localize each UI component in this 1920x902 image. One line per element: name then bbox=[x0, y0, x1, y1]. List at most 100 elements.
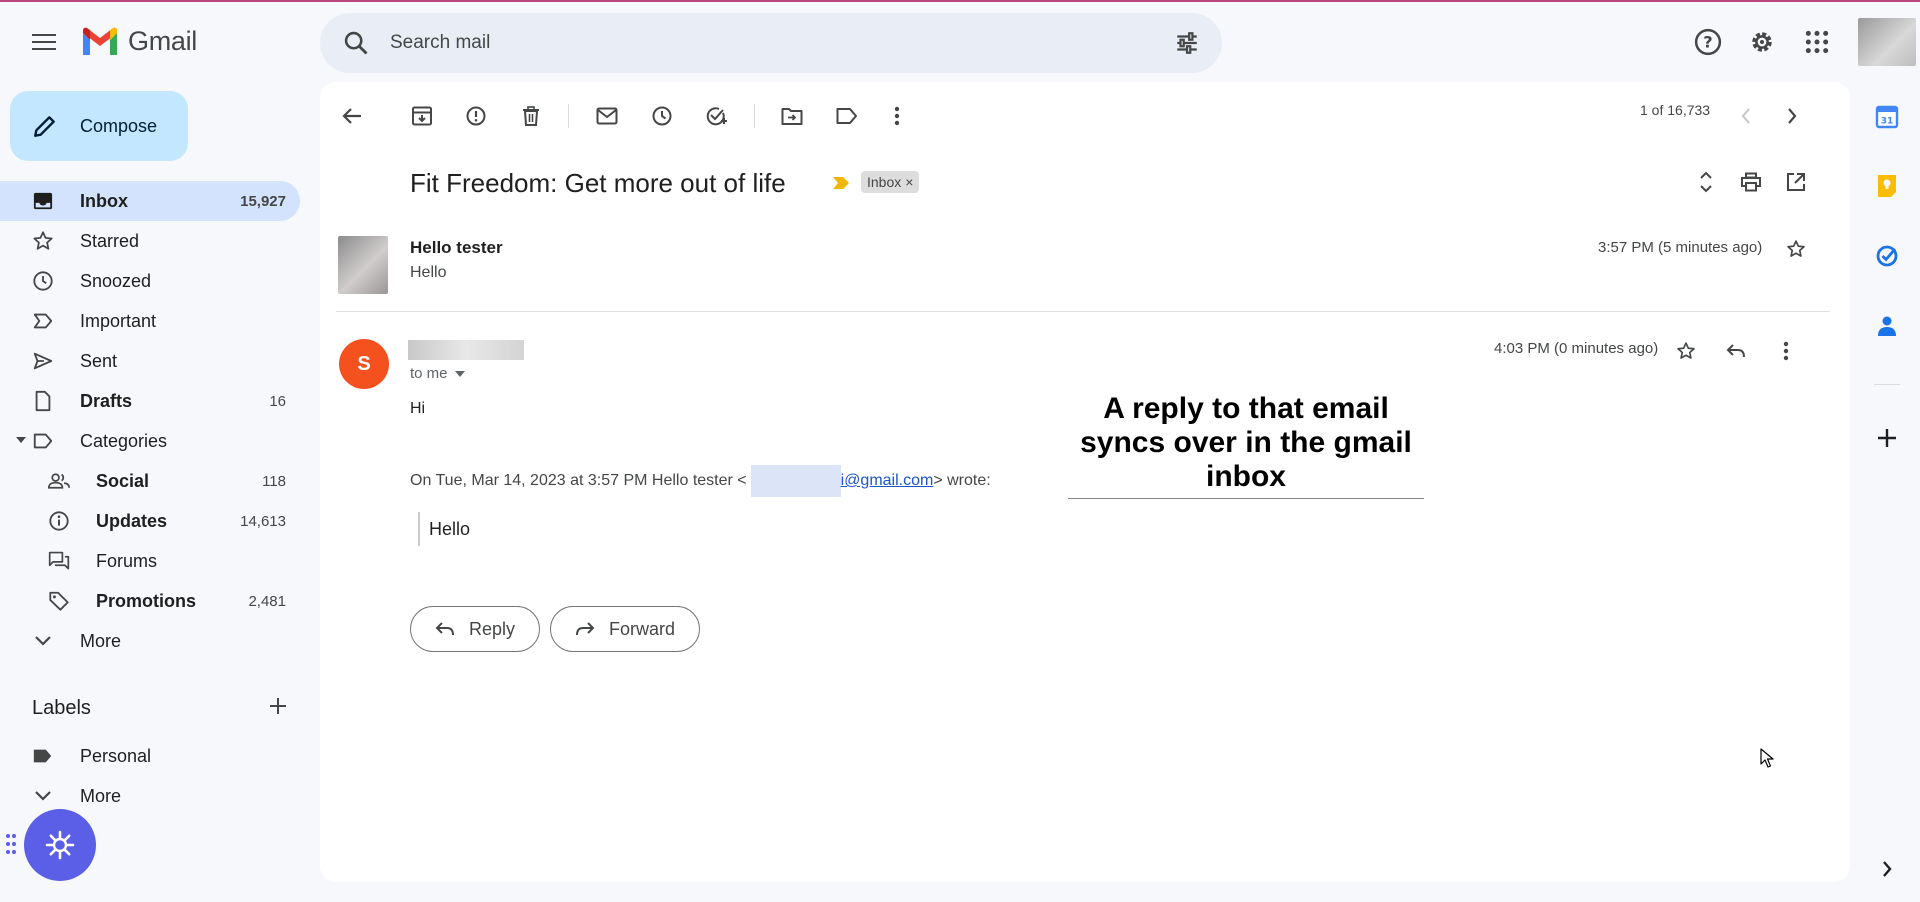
trash-icon bbox=[523, 106, 539, 126]
reply-button[interactable] bbox=[1716, 331, 1756, 371]
message-snippet[interactable]: Hello bbox=[410, 264, 446, 282]
sidebar-item-starred[interactable]: Starred bbox=[0, 221, 300, 261]
more-actions-button[interactable] bbox=[877, 96, 917, 136]
remove-label-icon[interactable]: × bbox=[905, 174, 913, 190]
open-new-window-button[interactable] bbox=[1776, 162, 1816, 202]
sidebar-item-snoozed[interactable]: Snoozed bbox=[0, 261, 300, 301]
caret-down-icon bbox=[454, 370, 465, 377]
sender-avatar[interactable]: S bbox=[339, 339, 389, 389]
message-more-button[interactable] bbox=[1766, 331, 1806, 371]
get-addons-button[interactable] bbox=[1872, 423, 1902, 453]
chevron-down-icon bbox=[32, 785, 54, 807]
message-timestamp: 3:57 PM (5 minutes ago) bbox=[1598, 239, 1763, 256]
tasks-app-button[interactable] bbox=[1872, 241, 1902, 271]
sidebar-item-more[interactable]: More bbox=[0, 621, 300, 661]
mouse-pointer-icon bbox=[1760, 748, 1774, 768]
sidebar-item-social[interactable]: Social 118 bbox=[0, 461, 300, 501]
sidebar-item-updates[interactable]: Updates 14,613 bbox=[0, 501, 300, 541]
sidebar-item-inbox[interactable]: Inbox 15,927 bbox=[0, 181, 300, 221]
drag-handle-icon[interactable] bbox=[6, 834, 16, 856]
search-bar[interactable] bbox=[320, 13, 1222, 73]
star-message-button[interactable] bbox=[1776, 229, 1816, 269]
sidebar-item-label: Promotions bbox=[96, 590, 197, 611]
support-button[interactable]: ? bbox=[1690, 24, 1726, 60]
snooze-button[interactable] bbox=[642, 96, 682, 136]
calendar-app-button[interactable]: 31 bbox=[1872, 102, 1902, 132]
search-icon[interactable] bbox=[342, 29, 370, 57]
quoted-sender-email-link[interactable]: i@gmail.com bbox=[841, 472, 934, 489]
contacts-icon bbox=[1878, 316, 1896, 336]
report-spam-button[interactable] bbox=[456, 96, 496, 136]
header: Gmail ? bbox=[0, 2, 1920, 82]
plus-icon bbox=[1878, 429, 1896, 447]
forward-button[interactable]: Forward bbox=[550, 606, 701, 652]
chevron-right-icon bbox=[1883, 861, 1892, 877]
older-button[interactable] bbox=[1772, 96, 1812, 136]
forum-icon bbox=[48, 550, 70, 572]
back-button[interactable] bbox=[332, 96, 372, 136]
star-message-button[interactable] bbox=[1666, 331, 1706, 371]
reply-label: Reply bbox=[469, 618, 516, 639]
extension-launcher-button[interactable] bbox=[24, 809, 96, 881]
move-to-button[interactable] bbox=[772, 96, 812, 136]
message-body: Hi bbox=[410, 400, 426, 417]
quote-prefix: On Tue, Mar 14, 2023 at 3:57 PM Hello te… bbox=[410, 472, 747, 489]
tasks-icon bbox=[1876, 245, 1898, 267]
label-chip-inbox[interactable]: Inbox × bbox=[861, 171, 920, 193]
print-button[interactable] bbox=[1731, 162, 1771, 202]
gmail-logo[interactable]: Gmail bbox=[80, 26, 197, 57]
sidebar-item-drafts[interactable]: Drafts 16 bbox=[0, 381, 300, 421]
account-avatar[interactable] bbox=[1858, 18, 1916, 66]
compose-button[interactable]: Compose bbox=[10, 91, 188, 161]
reply-icon bbox=[435, 622, 454, 636]
message-view: 1 of 16,733 Fit Freedom: Get more out of… bbox=[320, 82, 1850, 882]
sidebar-item-promotions[interactable]: Promotions 2,481 bbox=[0, 581, 300, 621]
sender-avatar[interactable] bbox=[338, 236, 388, 294]
label-outline-icon bbox=[32, 430, 54, 452]
delete-button[interactable] bbox=[511, 96, 551, 136]
sidebar-item-forums[interactable]: Forums bbox=[0, 541, 300, 581]
search-input[interactable] bbox=[390, 23, 1150, 63]
inbox-icon bbox=[32, 190, 54, 212]
unfold-icon bbox=[1700, 171, 1712, 193]
sidebar-item-label: More bbox=[80, 630, 122, 651]
reply-bottom-button[interactable]: Reply bbox=[410, 606, 541, 652]
google-apps-button[interactable] bbox=[1799, 24, 1835, 60]
add-to-tasks-button[interactable] bbox=[697, 96, 737, 136]
important-marker-icon[interactable] bbox=[832, 176, 850, 190]
label-filled-icon bbox=[32, 745, 54, 767]
main-menu-button[interactable] bbox=[24, 22, 64, 62]
sidebar-item-label: Starred bbox=[80, 230, 140, 251]
sidebar-item-sent[interactable]: Sent bbox=[0, 341, 300, 381]
contacts-app-button[interactable] bbox=[1872, 311, 1902, 341]
recipient-details-toggle[interactable]: to me bbox=[410, 365, 465, 382]
calendar-icon: 31 bbox=[1875, 105, 1899, 129]
recipient-text: to me bbox=[410, 365, 448, 382]
chevron-left-icon bbox=[1741, 108, 1750, 124]
settings-button[interactable] bbox=[1744, 24, 1780, 60]
label-chip-text: Inbox bbox=[867, 174, 902, 190]
svg-text:31: 31 bbox=[1881, 117, 1894, 127]
sidebar-item-label: Inbox bbox=[80, 190, 128, 211]
labels-button[interactable] bbox=[827, 96, 867, 136]
newer-button[interactable] bbox=[1726, 96, 1766, 136]
sender-name[interactable]: Hello tester bbox=[410, 238, 503, 258]
create-label-button[interactable] bbox=[264, 692, 292, 720]
show-side-panel-button[interactable] bbox=[1872, 854, 1902, 884]
svg-text:?: ? bbox=[1703, 33, 1712, 52]
archive-button[interactable] bbox=[402, 96, 442, 136]
search-options-icon[interactable] bbox=[1174, 30, 1200, 56]
star-icon bbox=[32, 230, 54, 252]
expand-arrow-icon[interactable] bbox=[16, 437, 26, 443]
tag-icon bbox=[48, 590, 70, 612]
sidebar-item-personal[interactable]: Personal bbox=[0, 736, 300, 776]
sidebar-item-categories[interactable]: Categories bbox=[0, 421, 300, 461]
keep-app-button[interactable] bbox=[1872, 171, 1902, 201]
draft-icon bbox=[32, 390, 54, 412]
mark-unread-button[interactable] bbox=[587, 96, 627, 136]
expand-all-button[interactable] bbox=[1686, 162, 1726, 202]
send-icon bbox=[32, 350, 54, 372]
draft-count: 16 bbox=[269, 392, 286, 410]
sidebar-item-labels-more[interactable]: More bbox=[0, 776, 300, 816]
sidebar-item-important[interactable]: Important bbox=[0, 301, 300, 341]
